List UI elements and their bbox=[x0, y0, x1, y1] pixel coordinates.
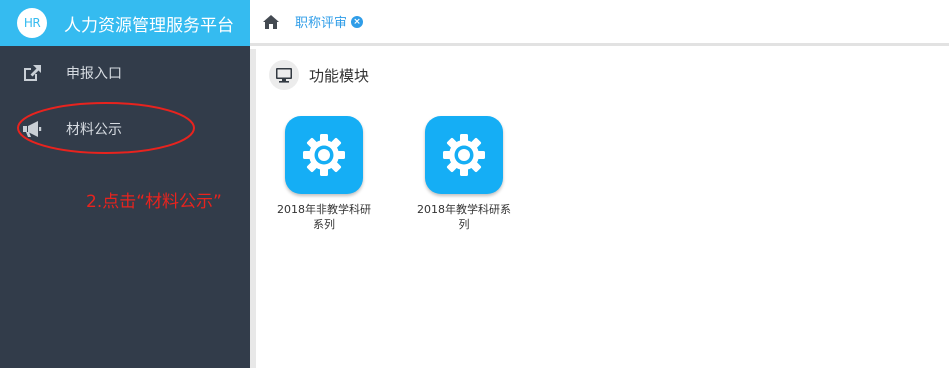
hr-logo: HR bbox=[17, 8, 47, 38]
sidebar-item-material-notice[interactable]: 材料公示 bbox=[0, 102, 250, 156]
gear-icon bbox=[443, 134, 485, 176]
monitor-icon bbox=[269, 60, 299, 90]
tab-title-review[interactable]: 职称评审 × bbox=[295, 12, 364, 31]
tab-close-icon[interactable]: × bbox=[351, 15, 364, 28]
main-content: 功能模块 2018年非教学科研系列 2018年教学科研系列 bbox=[256, 49, 949, 368]
gear-icon bbox=[303, 134, 345, 176]
top-bar: 职称评审 × bbox=[250, 0, 949, 46]
sidebar-item-apply-entry[interactable]: 申报入口 bbox=[0, 46, 250, 100]
tab-label[interactable]: 职称评审 bbox=[295, 12, 347, 31]
module-tile[interactable] bbox=[285, 116, 363, 194]
section-title: 功能模块 bbox=[309, 66, 370, 85]
module-label[interactable]: 2018年非教学科研系列 bbox=[272, 202, 376, 232]
megaphone-icon bbox=[23, 121, 42, 137]
sidebar-item-label: 申报入口 bbox=[66, 66, 122, 82]
home-icon[interactable] bbox=[262, 14, 280, 30]
sidebar-item-label: 材料公示 bbox=[66, 122, 122, 138]
module-tile[interactable] bbox=[425, 116, 503, 194]
sidebar: 申报入口 材料公示 bbox=[0, 46, 250, 368]
app-title: 人力资源管理服务平台 bbox=[64, 15, 234, 36]
module-non-teaching-research[interactable]: 2018年非教学科研系列 bbox=[264, 116, 384, 232]
brand-bar: HR 人力资源管理服务平台 bbox=[0, 0, 250, 46]
module-label[interactable]: 2018年教学科研系列 bbox=[412, 202, 516, 232]
section-header: 功能模块 bbox=[269, 60, 369, 90]
module-teaching-research[interactable]: 2018年教学科研系列 bbox=[404, 116, 524, 232]
external-link-icon bbox=[24, 65, 41, 81]
